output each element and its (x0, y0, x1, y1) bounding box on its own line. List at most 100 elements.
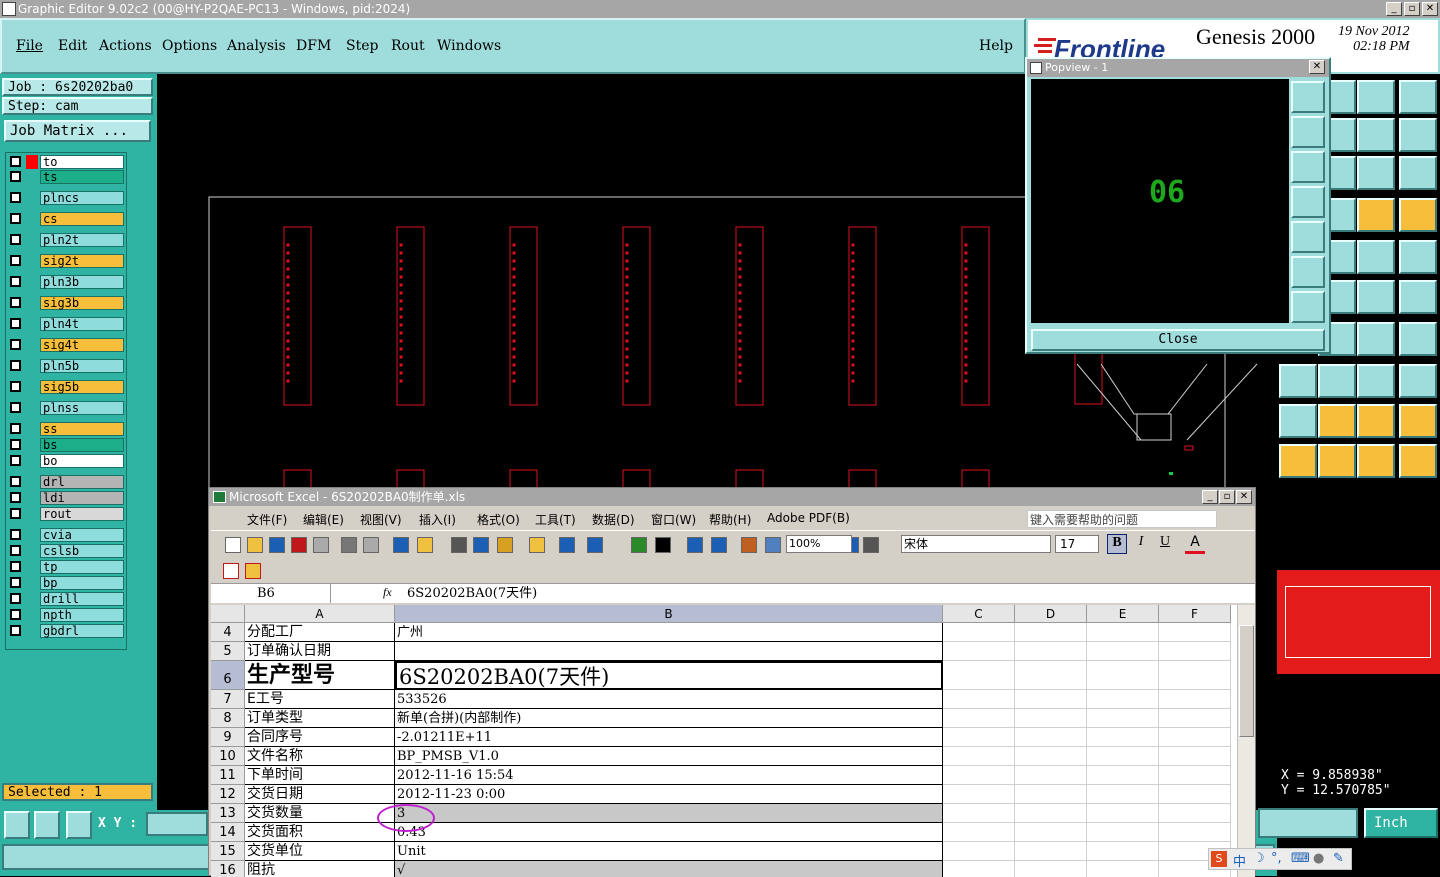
menu-step[interactable]: Step (346, 38, 378, 54)
layer-name[interactable]: pln3b (40, 275, 124, 289)
excel-minimize-button[interactable]: _ (1202, 490, 1218, 504)
layer-row[interactable]: to (6, 155, 128, 169)
close-button[interactable]: ✕ (1422, 2, 1438, 16)
layer-row[interactable]: rout (6, 507, 128, 521)
popview-tool-icon[interactable] (1291, 291, 1325, 323)
user-icon[interactable]: ● (1313, 851, 1324, 866)
empty-cell[interactable] (1159, 642, 1231, 661)
layer-checkbox[interactable] (10, 508, 21, 519)
empty-cell[interactable] (943, 728, 1015, 747)
layer-row[interactable]: plncs (6, 191, 128, 205)
layer-checkbox[interactable] (10, 234, 21, 245)
layer-name[interactable]: cvia (40, 528, 124, 542)
tool-button-3-2-icon[interactable] (1357, 198, 1395, 232)
layer-row[interactable]: pln5b (6, 359, 128, 373)
layer-row[interactable]: ts (6, 170, 128, 184)
menu-windows[interactable]: Windows (437, 38, 501, 54)
toolbar-icon[interactable] (451, 537, 467, 553)
popview-close-icon[interactable]: ✕ (1309, 60, 1325, 74)
empty-cell[interactable] (943, 661, 1015, 690)
tool-button-0-3-icon[interactable] (1399, 80, 1437, 114)
italic-button[interactable]: I (1131, 534, 1151, 554)
empty-cell[interactable] (1087, 690, 1159, 709)
tool-button-1-3-icon[interactable] (1399, 118, 1437, 152)
empty-cell[interactable] (943, 623, 1015, 642)
cell-value[interactable]: Unit (395, 842, 943, 861)
units-button[interactable]: Inch (1364, 808, 1438, 838)
empty-cell[interactable] (943, 861, 1015, 877)
tool-button-9-0-icon[interactable] (1279, 444, 1317, 478)
font-size-select[interactable]: 17 (1055, 535, 1099, 553)
cell-value[interactable]: √ (395, 861, 943, 877)
tool-button-4-2-icon[interactable] (1357, 240, 1395, 274)
layer-checkbox[interactable] (10, 276, 21, 287)
column-header[interactable]: B (395, 605, 943, 623)
empty-cell[interactable] (1087, 728, 1159, 747)
layer-checkbox[interactable] (10, 561, 21, 572)
cell-value[interactable]: 2012-11-16 15:54 (395, 766, 943, 785)
cell-label[interactable]: 分配工厂 (245, 623, 395, 642)
tool-button-9-1-icon[interactable] (1318, 444, 1356, 478)
tool-button-7-2-icon[interactable] (1357, 364, 1395, 398)
layer-name[interactable]: plnss (40, 401, 124, 415)
layer-name[interactable]: drl (40, 475, 124, 489)
tool-button-8-2-icon[interactable] (1357, 404, 1395, 438)
layer-checkbox[interactable] (10, 171, 21, 182)
menu-options[interactable]: Options (162, 38, 217, 54)
empty-cell[interactable] (1087, 785, 1159, 804)
ime-mode[interactable]: 中 (1233, 851, 1246, 870)
excel-maximize-button[interactable]: ▫ (1219, 490, 1235, 504)
row-header[interactable]: 4 (211, 623, 245, 642)
cell-label[interactable]: 生产型号 (245, 661, 395, 690)
row-header[interactable]: 8 (211, 709, 245, 728)
layer-checkbox[interactable] (10, 360, 21, 371)
layer-name[interactable]: ldi (40, 491, 124, 505)
bold-button[interactable]: B (1107, 534, 1127, 554)
toolbar-icon[interactable] (473, 537, 489, 553)
layer-row[interactable]: npth (6, 608, 128, 622)
tool-button-5-3-icon[interactable] (1399, 280, 1437, 314)
cell-value[interactable]: 3 (395, 804, 943, 823)
layer-row[interactable]: plnss (6, 401, 128, 415)
pdf-convert-icon[interactable] (223, 563, 239, 579)
layer-row[interactable]: pln2t (6, 233, 128, 247)
font-color-button[interactable]: A (1185, 534, 1205, 554)
toolbar-icon[interactable] (529, 537, 545, 553)
empty-cell[interactable] (1015, 661, 1087, 690)
empty-cell[interactable] (1015, 804, 1087, 823)
formula-input[interactable]: 6S20202BA0(7天件) (407, 584, 537, 603)
toolbar-icon[interactable] (655, 537, 671, 553)
cell-label[interactable]: 下单时间 (245, 766, 395, 785)
toolbar-icon[interactable] (559, 537, 575, 553)
vertical-scrollbar[interactable] (1237, 605, 1255, 877)
tool-button-7-3-icon[interactable] (1399, 364, 1437, 398)
empty-cell[interactable] (1159, 709, 1231, 728)
row-header[interactable]: 14 (211, 823, 245, 842)
column-header[interactable]: C (943, 605, 1015, 623)
xy-input[interactable] (146, 812, 208, 836)
empty-cell[interactable] (1087, 823, 1159, 842)
layer-row[interactable]: drl (6, 475, 128, 489)
toolbar-icon[interactable] (587, 537, 603, 553)
layer-checkbox[interactable] (10, 545, 21, 556)
empty-cell[interactable] (1015, 642, 1087, 661)
empty-cell[interactable] (1015, 728, 1087, 747)
layer-checkbox[interactable] (10, 381, 21, 392)
toolbar-icon[interactable] (341, 537, 357, 553)
popview-canvas[interactable]: 06 (1031, 79, 1289, 323)
menu-rout[interactable]: Rout (391, 38, 425, 54)
empty-cell[interactable] (1159, 804, 1231, 823)
empty-cell[interactable] (1087, 642, 1159, 661)
empty-cell[interactable] (943, 690, 1015, 709)
empty-cell[interactable] (1015, 709, 1087, 728)
toolbar-icon[interactable] (631, 537, 647, 553)
toolbar-icon[interactable] (687, 537, 703, 553)
layer-row[interactable]: ss (6, 422, 128, 436)
row-header[interactable]: 13 (211, 804, 245, 823)
minimize-button[interactable]: _ (1386, 2, 1402, 16)
cell-label[interactable]: 订单类型 (245, 709, 395, 728)
cell-label[interactable]: 交货面积 (245, 823, 395, 842)
empty-cell[interactable] (1087, 661, 1159, 690)
empty-cell[interactable] (943, 804, 1015, 823)
empty-cell[interactable] (1087, 861, 1159, 877)
